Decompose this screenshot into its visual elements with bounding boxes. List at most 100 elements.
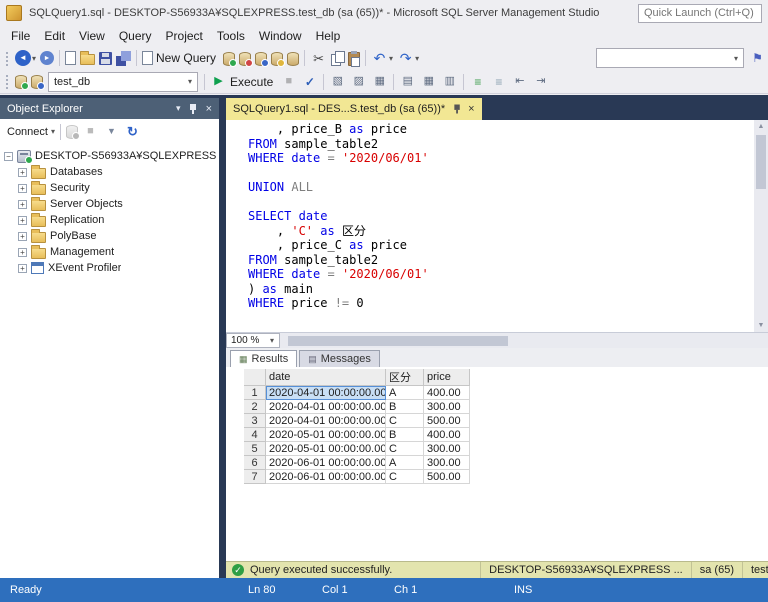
code-line[interactable]: SELECT date [248,209,752,224]
row-number-cell[interactable]: 3 [244,414,266,428]
tree-item-server-objects[interactable]: + Server Objects [0,196,219,212]
chevron-down-icon[interactable]: ▾ [729,49,743,67]
object-explorer-header[interactable]: Object Explorer ▾ × [0,98,219,119]
grid-cell[interactable]: 400.00 [424,386,470,400]
row-number-cell[interactable]: 1 [244,386,266,400]
grid-cell[interactable]: 500.00 [424,414,470,428]
stop-button[interactable]: ■ [80,121,101,143]
menu-help[interactable]: Help [309,27,348,45]
grid-cell[interactable]: C [386,414,424,428]
code-editor[interactable]: , price_B as price FROM sample_table2 WHER… [226,120,768,332]
close-icon[interactable]: × [468,103,474,115]
mdx-query-button[interactable] [237,47,254,69]
actual-plan-button[interactable]: ▦ [369,71,390,93]
copy-button[interactable] [329,47,346,69]
menu-project[interactable]: Project [159,27,210,45]
menu-tools[interactable]: Tools [210,27,252,45]
code-line[interactable]: WHERE date = '2020/06/01' [248,151,752,166]
expand-icon[interactable]: + [18,215,27,225]
code-line[interactable]: FROM sample_table2 [248,253,752,268]
tree-item-databases[interactable]: + Databases [0,164,219,180]
grid-cell[interactable]: 300.00 [424,456,470,470]
editor-vertical-scrollbar[interactable]: ▲ ▼ [754,120,768,332]
row-number-cell[interactable]: 2 [244,400,266,414]
grid-cell[interactable]: A [386,456,424,470]
expand-icon[interactable]: + [18,231,27,241]
grid-cell[interactable]: A [386,386,424,400]
connect-button[interactable]: Connect ▾ [3,121,57,143]
tree-item-xevent-profiler[interactable]: + XEvent Profiler [0,260,219,276]
code-line[interactable]: , 'C' as 区分 [248,224,752,239]
results-to-text-button[interactable]: ▤ [397,71,418,93]
menu-view[interactable]: View [72,27,112,45]
redo-button[interactable]: ↷ ▾ [395,47,421,69]
menu-window[interactable]: Window [252,27,309,45]
code-line[interactable]: ) as main [248,282,752,297]
code-line[interactable] [248,166,752,181]
grid-cell[interactable]: 2020-06-01 00:00:00.000 [266,470,386,484]
chevron-down-icon[interactable]: ▾ [183,73,197,91]
expand-icon[interactable]: + [18,183,27,193]
scroll-down-icon[interactable]: ▼ [754,319,768,332]
activity-monitor-button[interactable] [285,47,301,69]
code-line[interactable]: , price_B as price [248,122,752,137]
close-icon[interactable]: × [206,103,212,115]
grid-cell[interactable]: 2020-06-01 00:00:00.000 [266,456,386,470]
scroll-up-icon[interactable]: ▲ [754,120,768,133]
code-line[interactable]: , price_C as price [248,238,752,253]
tree-item-security[interactable]: + Security [0,180,219,196]
database-engine-query-button[interactable] [221,47,238,69]
pin-icon[interactable] [189,103,198,115]
code-line[interactable]: FROM sample_table2 [248,137,752,152]
tab-messages[interactable]: ▤ Messages [299,350,380,367]
grid-cell[interactable]: B [386,428,424,442]
parse-button[interactable]: ✓ [299,71,320,93]
column-header-date[interactable]: date [266,369,386,386]
grid-cell[interactable]: C [386,442,424,456]
document-tab[interactable]: SQLQuery1.sql - DES...S.test_db (sa (65)… [226,98,482,120]
change-connection-button[interactable] [29,71,45,93]
outdent-button[interactable]: ⇤ [509,71,530,93]
find-options-button[interactable]: ⚑ [747,47,768,69]
window-position-icon[interactable]: ▾ [176,103,181,114]
grid-cell[interactable]: 400.00 [424,428,470,442]
code-line[interactable]: WHERE price != 0 [248,296,752,311]
row-number-cell[interactable]: 5 [244,442,266,456]
comment-button[interactable]: ≡ [467,71,488,93]
tab-results[interactable]: ▦ Results [230,350,298,367]
code-line[interactable]: UNION ALL [248,180,752,195]
tree-item-server[interactable]: − DESKTOP-S56933A¥SQLEXPRESS (SQL Se [0,148,219,164]
expand-icon[interactable]: + [18,167,27,177]
grid-cell[interactable]: 2020-05-01 00:00:00.000 [266,442,386,456]
cancel-query-button[interactable]: ■ [278,71,299,93]
execute-button[interactable]: ▶ Execute [208,71,278,93]
tree-item-replication[interactable]: + Replication [0,212,219,228]
row-number-cell[interactable]: 7 [244,470,266,484]
undo-button[interactable]: ↶ ▾ [369,47,395,69]
horizontal-scrollbar-thumb[interactable] [288,335,508,346]
expand-icon[interactable]: + [18,199,27,209]
indent-button[interactable]: ⇥ [530,71,551,93]
new-project-button[interactable] [63,47,78,69]
collapse-icon[interactable]: − [4,151,13,161]
code-line[interactable]: WHERE date = '2020/06/01' [248,267,752,282]
grid-cell[interactable]: 300.00 [424,400,470,414]
grid-cell[interactable]: C [386,470,424,484]
results-to-file-button[interactable]: ▥ [439,71,460,93]
select-all-corner[interactable] [244,369,266,386]
menu-file[interactable]: File [4,27,37,45]
tree-item-polybase[interactable]: + PolyBase [0,228,219,244]
save-all-button[interactable] [114,47,133,69]
dmx-query-button[interactable] [253,47,270,69]
grid-cell[interactable]: 2020-04-01 00:00:00.000 [266,386,386,400]
row-number-cell[interactable]: 4 [244,428,266,442]
title-bar[interactable]: SQLQuery1.sql - DESKTOP-S56933A¥SQLEXPRE… [0,0,768,26]
zoom-combobox[interactable]: 100 % ▾ [226,333,280,348]
scrollbar-thumb[interactable] [756,135,766,189]
new-query-button[interactable]: New Query [140,47,221,69]
disconnect-button[interactable] [64,121,80,143]
tree-item-management[interactable]: + Management [0,244,219,260]
grid-cell[interactable]: 2020-05-01 00:00:00.000 [266,428,386,442]
expand-icon[interactable]: + [18,263,27,273]
quick-launch-input[interactable] [638,3,762,23]
